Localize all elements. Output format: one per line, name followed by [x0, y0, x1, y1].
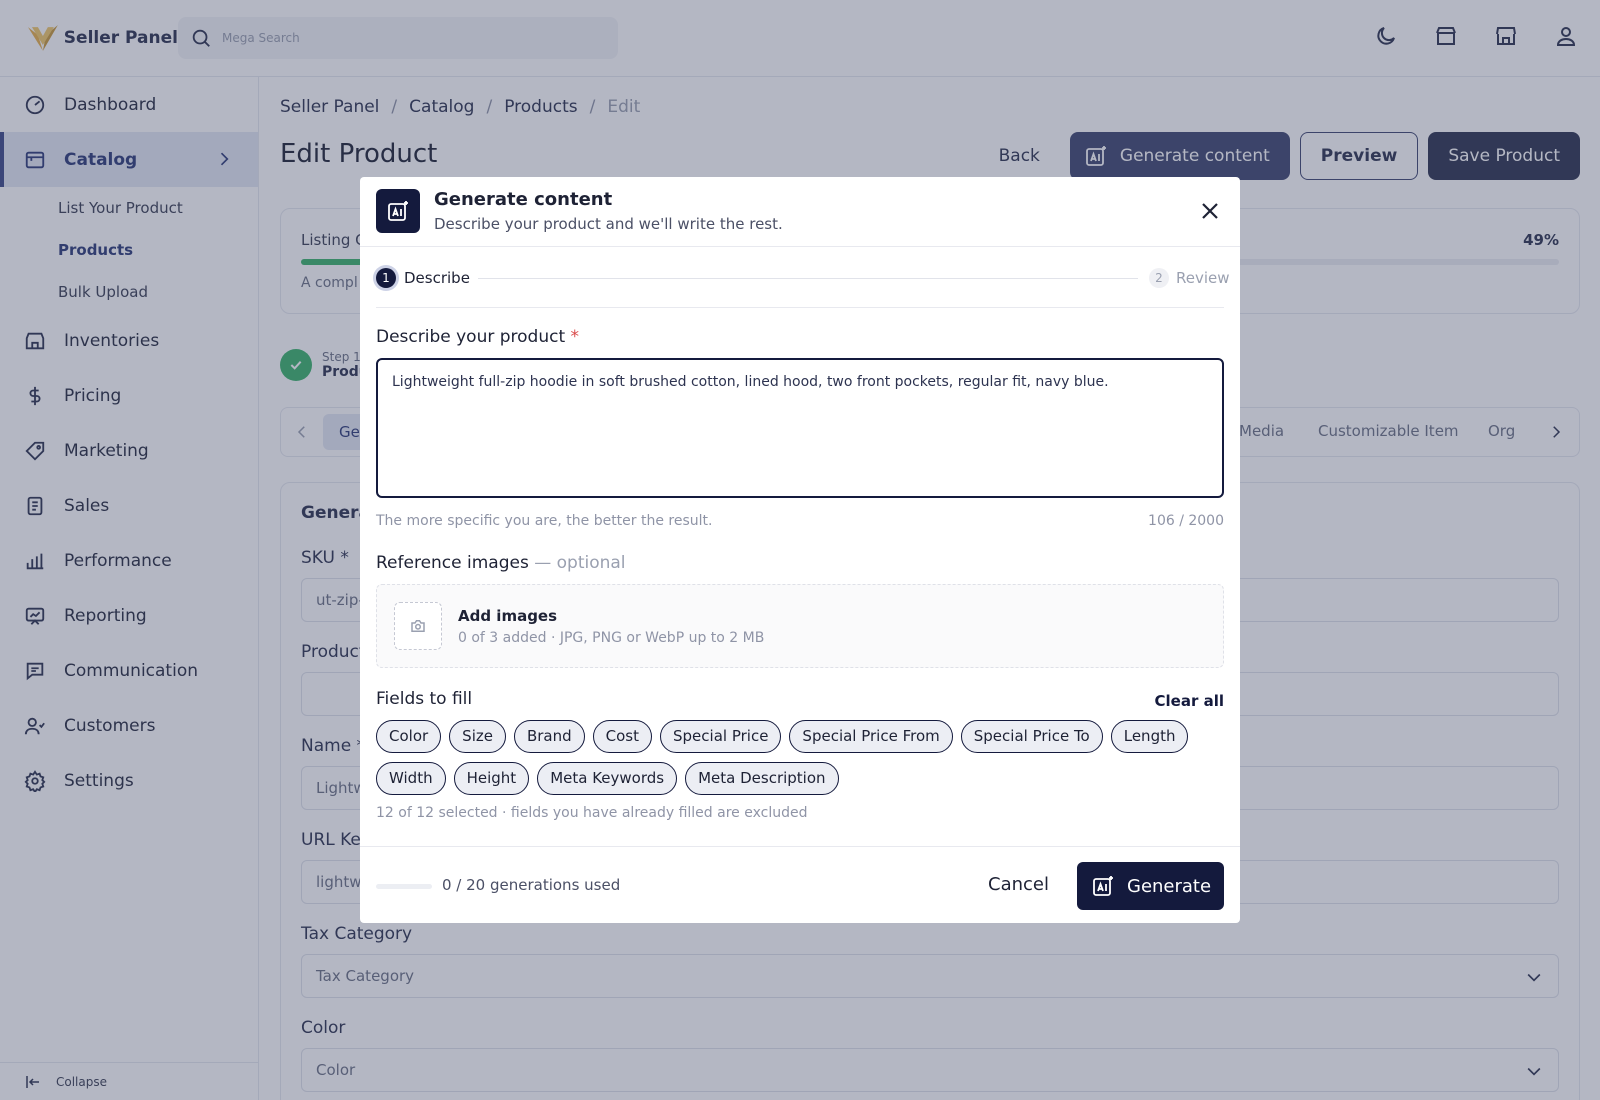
field-chips: Color Size Brand Cost Special Price Spec… [376, 720, 1226, 795]
chip-color[interactable]: Color [376, 720, 442, 753]
clear-all-button[interactable]: Clear all [1155, 692, 1224, 710]
chip-special-price[interactable]: Special Price [660, 720, 782, 753]
modal-header: Generate content Describe your product a… [360, 177, 1240, 247]
ai-sparkle-icon [1093, 876, 1113, 896]
step-1-badge: 1 [376, 268, 396, 288]
generate-label: Generate [1127, 875, 1212, 897]
chip-height[interactable]: Height [453, 762, 530, 795]
add-images-title: Add images [458, 607, 558, 625]
chip-meta-keywords[interactable]: Meta Keywords [537, 762, 678, 795]
description-hint: The more specific you are, the better th… [376, 513, 713, 529]
reference-images-label: Reference images — optional [376, 553, 626, 573]
description-textarea[interactable]: Lightweight full-zip hoodie in soft brus… [376, 358, 1224, 498]
generate-content-modal: Generate content Describe your product a… [360, 177, 1240, 923]
chip-meta-description[interactable]: Meta Description [685, 762, 839, 795]
generate-button[interactable]: Generate [1077, 862, 1224, 910]
chip-width[interactable]: Width [376, 762, 446, 795]
close-icon[interactable] [1198, 199, 1222, 223]
modal-stepper: 1 Describe 2 Review [376, 248, 1230, 308]
modal-title: Generate content [434, 189, 613, 210]
step-connector [478, 278, 1138, 279]
character-count: 106 / 2000 [1148, 513, 1224, 529]
ai-sparkle-icon [388, 201, 408, 221]
step-review-label: Review [1176, 269, 1230, 287]
cancel-button[interactable]: Cancel [988, 874, 1049, 895]
add-image-slot[interactable] [394, 602, 442, 650]
usage-text: 0 / 20 generations used [442, 876, 621, 894]
modal-subtitle: Describe your product and we'll write th… [434, 215, 783, 233]
chip-length[interactable]: Length [1110, 720, 1189, 753]
optional-text: — optional [534, 553, 626, 573]
describe-label-text: Describe your product [376, 327, 566, 347]
describe-label: Describe your product * [376, 327, 579, 347]
image-dropzone[interactable]: Add images 0 of 3 added · JPG, PNG or We… [376, 584, 1224, 668]
step-2-badge: 2 [1149, 268, 1169, 288]
chip-special-price-to[interactable]: Special Price To [960, 720, 1103, 753]
required-mark: * [570, 327, 580, 347]
reference-images-text: Reference images [376, 553, 529, 573]
usage-progress-bar [376, 884, 432, 889]
chip-brand[interactable]: Brand [513, 720, 585, 753]
add-images-subtitle: 0 of 3 added · JPG, PNG or WebP up to 2 … [458, 630, 765, 646]
chip-size[interactable]: Size [449, 720, 506, 753]
camera-plus-icon [411, 620, 425, 632]
modal-icon-badge [376, 189, 420, 233]
step-describe-label: Describe [404, 269, 470, 287]
chip-cost[interactable]: Cost [592, 720, 653, 753]
chip-special-price-from[interactable]: Special Price From [789, 720, 953, 753]
fields-selected-note: 12 of 12 selected · fields you have alre… [376, 805, 808, 821]
modal-footer: 0 / 20 generations used Cancel Generate [360, 846, 1240, 923]
fields-to-fill-label: Fields to fill [376, 689, 473, 709]
